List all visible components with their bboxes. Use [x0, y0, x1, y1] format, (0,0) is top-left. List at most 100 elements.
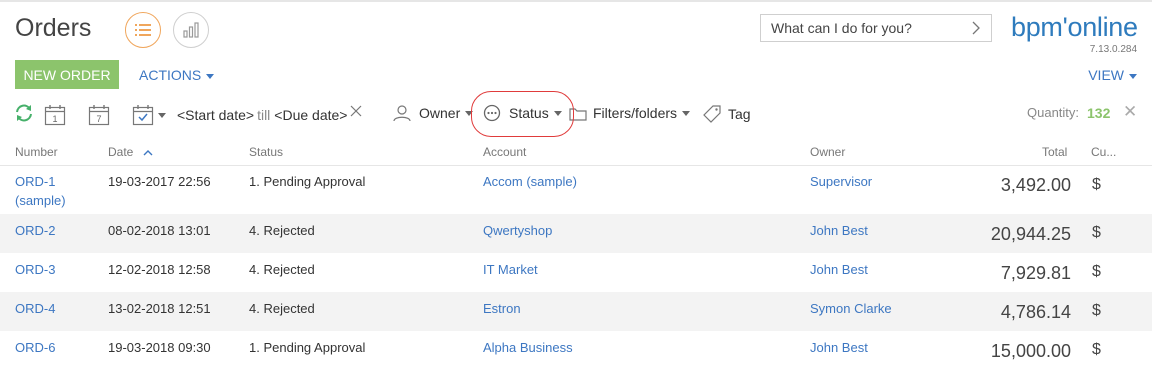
status-cell: 4. Rejected: [249, 262, 315, 277]
owner-link[interactable]: John Best: [810, 340, 868, 355]
calendar-check-icon: [132, 105, 154, 126]
table-row[interactable]: ORD-6 19-03-2018 09:30 1. Pending Approv…: [0, 331, 1152, 373]
clear-date-button[interactable]: [350, 105, 362, 117]
logo: bpm'online: [1011, 12, 1138, 42]
total-cell: 4,786.14: [1000, 302, 1071, 322]
status-highlight-circle: [471, 91, 574, 137]
date-cell: 19-03-2018 09:30: [108, 340, 211, 355]
list-icon: [135, 24, 151, 36]
owner-filter[interactable]: Owner: [393, 104, 474, 122]
caret-down-icon: [1129, 73, 1137, 79]
owner-link[interactable]: Supervisor: [810, 174, 872, 189]
currency-cell: $: [1092, 341, 1101, 358]
currency-cell: $: [1092, 224, 1101, 241]
order-number-link[interactable]: ORD-4: [15, 301, 55, 316]
list-view-button[interactable]: [125, 12, 161, 48]
start-date-label: <Start date>: [177, 107, 255, 123]
order-number-link[interactable]: ORD-6: [15, 340, 55, 355]
refresh-icon: [16, 104, 32, 122]
status-cell: 4. Rejected: [249, 301, 315, 316]
caret-down-icon: [206, 73, 215, 79]
sort-asc-icon: [143, 150, 153, 156]
account-link[interactable]: Alpha Business: [483, 340, 573, 355]
table-row[interactable]: ORD-1 (sample) 19-03-2017 22:56 1. Pendi…: [0, 166, 1152, 214]
order-number-link[interactable]: ORD-1: [15, 174, 55, 189]
page-title: Orders: [15, 14, 92, 42]
account-link[interactable]: Qwertyshop: [483, 223, 552, 238]
date-cell: 13-02-2018 12:51: [108, 301, 211, 316]
column-header-currency[interactable]: Cu...: [1091, 145, 1116, 159]
calendar-week-icon: 7: [88, 105, 110, 126]
day-icon-text: 1: [52, 114, 57, 124]
top-divider: [0, 0, 1152, 2]
status-cell: 4. Rejected: [249, 223, 315, 238]
column-header-number[interactable]: Number: [15, 145, 58, 159]
close-icon: [350, 105, 362, 117]
new-order-label: NEW ORDER: [23, 66, 111, 83]
date-cell: 19-03-2017 22:56: [108, 174, 211, 189]
status-cell: 1. Pending Approval: [249, 340, 366, 355]
actions-menu[interactable]: ACTIONS: [139, 67, 215, 83]
tag-label: Tag: [728, 106, 751, 122]
account-link[interactable]: Accom (sample): [483, 174, 577, 189]
calendar-day-icon: 1: [44, 105, 66, 126]
view-menu[interactable]: VIEW: [1088, 67, 1137, 83]
total-cell: 15,000.00: [990, 341, 1071, 361]
command-search-input[interactable]: What can I do for you?: [760, 14, 992, 42]
week-icon-text: 7: [96, 114, 101, 124]
folders-label: Filters/folders: [593, 105, 678, 121]
date-header-label: Date: [108, 145, 134, 159]
column-header-date[interactable]: Date: [108, 145, 153, 159]
actions-label: ACTIONS: [139, 67, 202, 83]
view-label: VIEW: [1088, 67, 1124, 83]
search-placeholder: What can I do for you?: [771, 20, 912, 36]
account-link[interactable]: IT Market: [483, 262, 538, 277]
close-icon[interactable]: ✕: [1123, 102, 1137, 122]
currency-cell: $: [1092, 302, 1101, 319]
column-header-total[interactable]: Total: [1042, 145, 1067, 159]
chart-view-button[interactable]: [173, 12, 209, 48]
total-cell: 3,492.00: [1000, 175, 1071, 195]
owner-link[interactable]: John Best: [810, 262, 868, 277]
total-cell: 20,944.25: [990, 224, 1071, 244]
date-cell: 12-02-2018 12:58: [108, 262, 211, 277]
table-row[interactable]: ORD-4 13-02-2018 12:51 4. Rejected Estro…: [0, 292, 1152, 331]
version-label: 7.13.0.284: [1089, 44, 1137, 55]
order-number-link-suffix[interactable]: (sample): [15, 193, 66, 208]
new-order-button[interactable]: NEW ORDER: [15, 60, 119, 89]
quantity-value: 132: [1087, 105, 1111, 121]
date-cell: 08-02-2018 13:01: [108, 223, 211, 238]
date-range-filter[interactable]: <Start date> till <Due date>: [177, 107, 347, 123]
user-icon: [393, 105, 411, 122]
column-header-owner[interactable]: Owner: [810, 145, 845, 159]
bar-chart-icon: [183, 22, 199, 38]
column-header-account[interactable]: Account: [483, 145, 526, 159]
quantity-label: Quantity:: [1027, 105, 1080, 120]
tag-filter[interactable]: Tag: [703, 105, 751, 123]
folders-filter[interactable]: Filters/folders: [569, 104, 691, 122]
table-row[interactable]: ORD-3 12-02-2018 12:58 4. Rejected IT Ma…: [0, 253, 1152, 292]
table-row[interactable]: ORD-2 08-02-2018 13:01 4. Rejected Qwert…: [0, 214, 1152, 253]
account-link[interactable]: Estron: [483, 301, 521, 316]
column-header-status[interactable]: Status: [249, 145, 283, 159]
tag-icon: [703, 105, 721, 123]
chevron-right-icon[interactable]: [971, 20, 981, 36]
owner-link[interactable]: John Best: [810, 223, 868, 238]
till-label: till: [257, 107, 271, 123]
order-number-link[interactable]: ORD-2: [15, 223, 55, 238]
total-cell: 7,929.81: [1000, 263, 1071, 283]
caret-down-icon: [682, 110, 691, 116]
currency-cell: $: [1092, 263, 1101, 280]
order-number-link[interactable]: ORD-3: [15, 262, 55, 277]
day-filter-button[interactable]: 1: [44, 104, 66, 126]
refresh-button[interactable]: [14, 104, 34, 122]
period-filter-button[interactable]: [132, 104, 166, 126]
owner-label: Owner: [419, 105, 461, 121]
week-filter-button[interactable]: 7: [88, 104, 110, 126]
filter-bar: 1 7 <Start date> till <Due date> Owner S…: [0, 100, 1152, 130]
caret-down-icon: [158, 112, 166, 118]
owner-link[interactable]: Symon Clarke: [810, 301, 892, 316]
due-date-label: <Due date>: [274, 107, 348, 123]
status-cell: 1. Pending Approval: [249, 174, 366, 189]
currency-cell: $: [1092, 176, 1101, 193]
